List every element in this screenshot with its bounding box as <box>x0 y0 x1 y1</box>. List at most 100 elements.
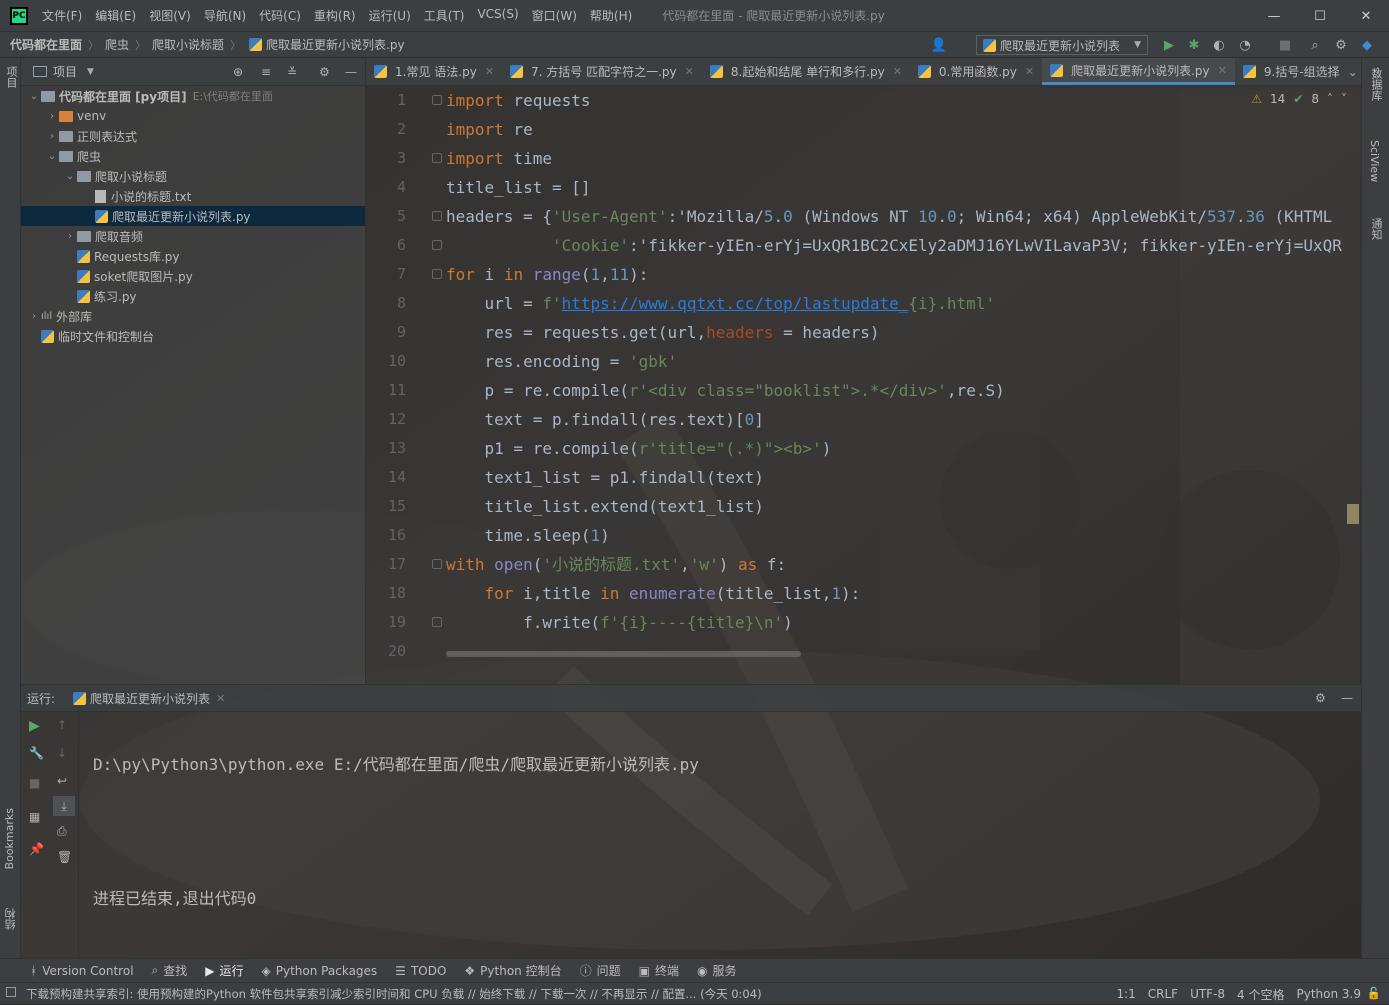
pin-icon[interactable]: 📌 <box>29 842 44 856</box>
menu-run[interactable]: 运行(U) <box>369 7 411 24</box>
file-encoding[interactable]: UTF-8 <box>1190 987 1225 1001</box>
settings-gear-icon[interactable]: ⚙ <box>1332 36 1350 54</box>
tree-item[interactable]: Requests库.py <box>21 246 365 266</box>
fold-marker-icon[interactable] <box>432 240 442 250</box>
menu-navigate[interactable]: 导航(N) <box>204 7 246 24</box>
menu-file[interactable]: 文件(F) <box>42 7 82 24</box>
notifications-tool-button[interactable]: 通知 <box>1368 218 1389 243</box>
fold-marker-icon[interactable] <box>432 95 442 105</box>
close-icon[interactable]: ✕ <box>485 65 494 78</box>
editor-tab[interactable]: 爬取最近更新小说列表.py ✕ <box>1042 58 1235 85</box>
chevron-down-icon[interactable]: ˅ <box>1341 92 1347 106</box>
scroll-to-end-icon[interactable]: ⤓ <box>53 796 75 816</box>
menu-code[interactable]: 代码(C) <box>259 7 301 24</box>
tree-item[interactable]: 爬取最近更新小说列表.py <box>21 206 365 226</box>
minimize-icon[interactable]: — <box>1251 0 1297 32</box>
services-tool[interactable]: ◉ 服务 <box>697 962 737 979</box>
editor-tab[interactable]: 9.括号-组选择 <box>1235 58 1348 85</box>
fold-marker-icon[interactable] <box>432 559 442 569</box>
fold-marker-icon[interactable] <box>432 211 442 221</box>
chevron-right-icon[interactable]: › <box>45 111 59 122</box>
tree-item[interactable]: › 正则表达式 <box>21 126 365 146</box>
jetbrains-toolbox-icon[interactable]: ◆ <box>1358 36 1376 54</box>
stop-icon[interactable]: ■ <box>29 776 40 790</box>
layout-icon[interactable]: ▦ <box>29 810 40 824</box>
settings-gear-icon[interactable]: ⚙ <box>319 65 330 79</box>
wrench-icon[interactable]: 🔧 <box>29 746 44 760</box>
locate-icon[interactable]: ⊕ <box>233 65 243 79</box>
close-icon[interactable]: ✕ <box>216 692 225 705</box>
chevron-down-icon[interactable]: ⌄ <box>63 171 77 182</box>
soft-wrap-icon[interactable]: ↩ <box>57 774 67 788</box>
tree-item[interactable]: 练习.py <box>21 286 365 306</box>
breadcrumb-project[interactable]: 代码都在里面 <box>10 36 82 53</box>
python-packages-tool[interactable]: ◈ Python Packages <box>262 964 378 978</box>
hide-icon[interactable]: — <box>345 65 357 79</box>
menu-edit[interactable]: 编辑(E) <box>95 7 136 24</box>
run-tab[interactable]: 爬取最近更新小说列表 <box>90 690 210 707</box>
close-icon[interactable]: ✕ <box>1025 65 1034 78</box>
inspection-widget[interactable]: ⚠ 14 ✔ 8 ˄ ˅ <box>1251 92 1347 106</box>
menu-help[interactable]: 帮助(H) <box>590 7 632 24</box>
tree-item[interactable]: ⌄ 代码都在里面 [py项目] E:\代码都在里面 <box>21 86 365 106</box>
indent-setting[interactable]: 4 个空格 <box>1237 986 1284 1003</box>
arrow-down-icon[interactable]: ↓ <box>57 746 67 760</box>
fold-marker-icon[interactable] <box>432 269 442 279</box>
menu-window[interactable]: 窗口(W) <box>532 7 577 24</box>
maximize-icon[interactable]: ☐ <box>1297 0 1343 32</box>
project-panel-title[interactable]: 项目 <box>53 63 77 80</box>
run-icon[interactable]: ▶ <box>1160 36 1178 54</box>
chevron-down-icon[interactable]: ⌄ <box>1348 65 1358 79</box>
tree-item[interactable]: 临时文件和控制台 <box>21 326 365 346</box>
console-output[interactable]: D:\py\Python3\python.exe E:/代码都在里面/爬虫/爬取… <box>93 712 699 951</box>
python-interpreter[interactable]: Python 3.9 <box>1297 987 1362 1001</box>
chevron-down-icon[interactable]: ▼ <box>87 67 94 77</box>
user-icon[interactable]: 👤 <box>930 36 948 54</box>
editor-tab[interactable]: 7. 方括号 匹配字符之一.py ✕ <box>502 58 702 85</box>
fold-marker-icon[interactable] <box>432 617 442 627</box>
vertical-scrollbar[interactable] <box>1347 504 1359 524</box>
bookmarks-tool-button[interactable]: Bookmarks <box>3 808 16 872</box>
collapse-all-icon[interactable]: ≚ <box>287 65 297 79</box>
editor-tab[interactable]: 0.常用函数.py ✕ <box>910 58 1042 85</box>
breadcrumb-file[interactable]: 爬取最近更新小说列表.py <box>266 36 405 53</box>
settings-gear-icon[interactable]: ⚙ <box>1315 691 1326 705</box>
tree-item[interactable]: › venv <box>21 106 365 126</box>
chevron-down-icon[interactable]: ⌄ <box>27 91 41 102</box>
search-icon[interactable]: ⌕ <box>1306 36 1324 54</box>
find-tool[interactable]: ⌕ 查找 <box>152 962 188 979</box>
tree-item[interactable]: › ılıl 外部库 <box>21 306 365 326</box>
close-icon[interactable]: ✕ <box>1218 64 1227 77</box>
trash-icon[interactable]: 🗑 <box>57 850 72 864</box>
close-icon[interactable]: ✕ <box>1343 0 1389 32</box>
debug-icon[interactable]: ✱ <box>1185 36 1203 54</box>
python-console-tool[interactable]: ❖ Python 控制台 <box>464 962 561 979</box>
stop-icon[interactable]: ■ <box>1276 36 1294 54</box>
terminal-tool[interactable]: ▣ 终端 <box>639 962 679 979</box>
close-icon[interactable]: ✕ <box>893 65 902 78</box>
toggle-tool-windows-icon[interactable] <box>6 987 16 997</box>
tree-item[interactable]: soket爬取图片.py <box>21 266 365 286</box>
close-icon[interactable]: ✕ <box>685 65 694 78</box>
breadcrumb-folder[interactable]: 爬虫 <box>105 36 129 53</box>
rerun-icon[interactable]: ▶ <box>29 718 40 734</box>
tree-item[interactable]: ⌄ 爬虫 <box>21 146 365 166</box>
todo-tool[interactable]: ☰ TODO <box>395 964 446 978</box>
chevron-right-icon[interactable]: › <box>27 311 41 322</box>
breadcrumb-subfolder[interactable]: 爬取小说标题 <box>152 36 224 53</box>
tree-item[interactable]: ⌄ 爬取小说标题 <box>21 166 365 186</box>
lock-icon[interactable]: 🔓 <box>1367 986 1381 1000</box>
menu-tools[interactable]: 工具(T) <box>424 7 465 24</box>
print-icon[interactable]: ⎙ <box>57 824 67 839</box>
sciview-tool-button[interactable]: SciView <box>1368 140 1381 185</box>
chevron-up-icon[interactable]: ˄ <box>1327 92 1333 106</box>
hide-icon[interactable]: — <box>1341 691 1353 705</box>
menu-refactor[interactable]: 重构(R) <box>314 7 356 24</box>
status-message[interactable]: 下载预构建共享索引: 使用预构建的Python 软件包共享索引减少索引时间和 C… <box>26 986 762 1002</box>
chevron-right-icon[interactable]: › <box>45 131 59 142</box>
code-editor[interactable]: 1 2 3 4 5 6 7 8 9 10 11 12 13 14 15 16 17 18 19 20 import r… <box>366 86 1361 684</box>
more-icon[interactable]: ⋮ <box>1372 65 1384 79</box>
tree-item[interactable]: › 爬取音频 <box>21 226 365 246</box>
tree-item[interactable]: 小说的标题.txt <box>21 186 365 206</box>
profile-icon[interactable]: ◔ <box>1236 36 1254 54</box>
